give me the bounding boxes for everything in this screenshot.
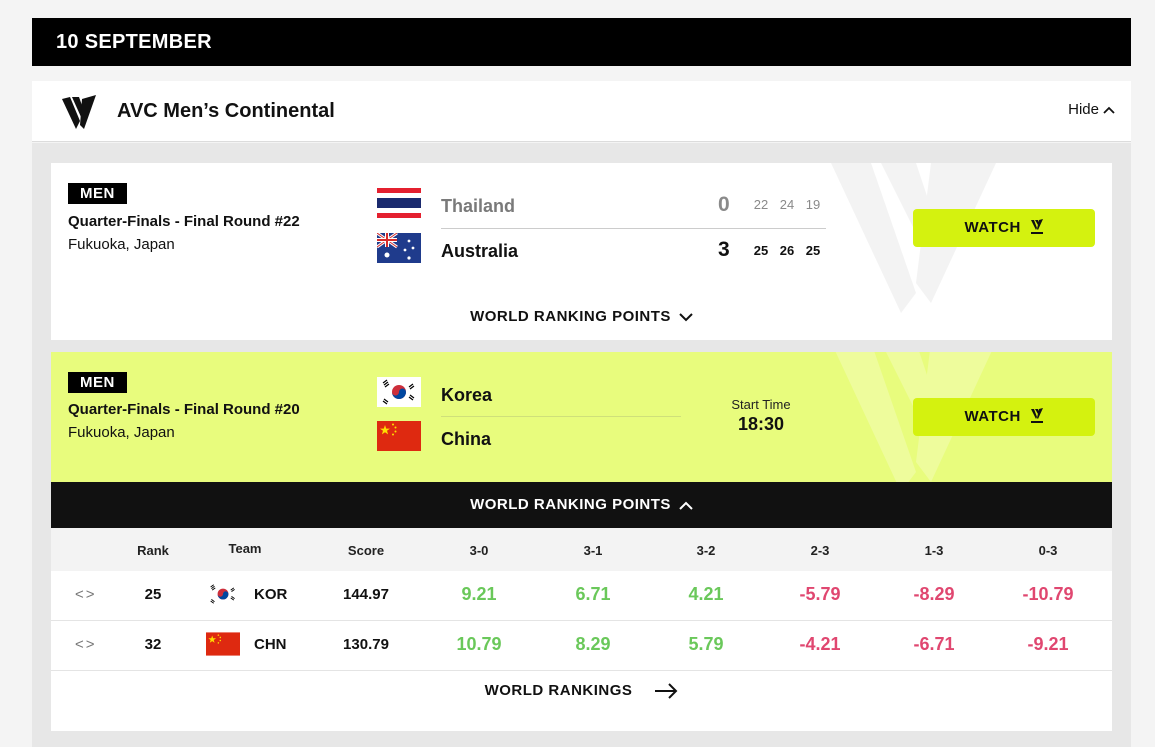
points-cell: 6.71 — [575, 584, 611, 604]
points-cell: -6.71 — [913, 634, 955, 654]
chevron-up-icon — [1103, 106, 1115, 114]
team-divider — [441, 416, 681, 417]
world-ranking-points-toggle[interactable]: WORLD RANKING POINTS — [51, 308, 1112, 325]
header-rank: Rank — [137, 543, 169, 558]
match-card: MEN Quarter-Finals - Final Round #20 Fuk… — [51, 352, 1112, 731]
upcoming-match-section: MEN Quarter-Finals - Final Round #20 Fuk… — [51, 352, 1112, 482]
hide-button[interactable]: Hide — [1068, 101, 1115, 118]
start-time-label: Start Time — [731, 397, 791, 412]
date-header: 10 SEPTEMBER — [32, 18, 1131, 66]
korea-flag-icon — [206, 582, 240, 606]
matches-panel: MEN Quarter-Finals - Final Round #22 Fuk… — [32, 143, 1131, 747]
match-venue: Fukuoka, Japan — [68, 236, 175, 253]
world-rankings-link[interactable]: WORLD RANKINGS — [51, 682, 1112, 699]
watch-button[interactable]: WATCH — [913, 398, 1095, 436]
match-round: Quarter-Finals - Final Round #20 — [68, 401, 300, 418]
set-score: 24 — [779, 197, 795, 212]
world-ranking-points-bar: WORLD RANKING POINTS — [51, 482, 1112, 528]
wrp-label: WORLD RANKING POINTS — [470, 308, 671, 325]
watch-label: WATCH — [964, 219, 1021, 236]
team1-name: Korea — [441, 385, 493, 405]
watch-label: WATCH — [964, 408, 1021, 425]
vbtv-icon — [1030, 219, 1043, 235]
team2-name: Australia — [441, 241, 519, 261]
team2-score: 3 — [718, 238, 730, 261]
expand-arrows-icon[interactable]: <> — [75, 586, 97, 603]
watch-button[interactable]: WATCH — [913, 209, 1095, 247]
set-score: 19 — [805, 197, 821, 212]
header-team: Team — [228, 541, 262, 556]
team2-name: China — [441, 429, 492, 449]
points-cell: 5.79 — [688, 634, 724, 654]
start-time: Start Time 18:30 — [711, 397, 811, 435]
points-cell: -9.21 — [1027, 634, 1069, 654]
competition-title: AVC Men’s Continental — [117, 100, 335, 122]
header-score: Score — [347, 543, 385, 558]
set-score: 25 — [753, 243, 769, 258]
header-3-2: 3-2 — [696, 543, 716, 558]
chevron-up-icon — [679, 501, 693, 510]
wrp-label: WORLD RANKING POINTS — [470, 496, 671, 513]
points-cell: -5.79 — [799, 584, 841, 604]
score-cell: 130.79 — [343, 636, 389, 653]
match-card: MEN Quarter-Finals - Final Round #22 Fuk… — [51, 163, 1112, 340]
gender-badge: MEN — [68, 372, 127, 393]
header-3-0: 3-0 — [469, 543, 489, 558]
competition-header: AVC Men’s Continental Hide — [32, 81, 1131, 142]
team1-sets: 22 24 19 — [748, 197, 826, 212]
points-cell: 4.21 — [688, 584, 724, 604]
china-flag-icon — [206, 632, 240, 656]
table-row: <> 25 KOR 144.97 9.21 6.71 4.21 -5.79 -8… — [51, 571, 1112, 621]
team2-sets: 25 26 25 — [748, 243, 826, 258]
rank-cell: 32 — [144, 636, 162, 653]
team-code: CHN — [254, 636, 287, 653]
header-2-3: 2-3 — [810, 543, 830, 558]
australia-flag-icon — [377, 233, 421, 263]
arrow-right-icon — [655, 683, 678, 699]
start-time-value: 18:30 — [737, 414, 785, 434]
expand-arrows-icon[interactable]: <> — [75, 636, 97, 653]
thailand-flag-icon — [377, 188, 421, 218]
set-score: 22 — [753, 197, 769, 212]
ranking-table-header: Rank Team Score 3-0 3-1 3-2 2-3 1-3 0-3 — [51, 528, 1112, 571]
points-cell: 8.29 — [575, 634, 611, 654]
points-cell: -4.21 — [799, 634, 841, 654]
header-3-1: 3-1 — [583, 543, 603, 558]
points-cell: -8.29 — [913, 584, 955, 604]
hide-label: Hide — [1068, 101, 1099, 118]
match-round: Quarter-Finals - Final Round #22 — [68, 213, 300, 230]
table-row: <> 32 CHN 130.79 10.79 8.29 5.79 -4.21 -… — [51, 621, 1112, 671]
set-score: 25 — [805, 243, 821, 258]
match-venue: Fukuoka, Japan — [68, 424, 175, 441]
rank-cell: 25 — [144, 586, 162, 603]
team-code: KOR — [254, 586, 288, 603]
points-cell: 9.21 — [461, 584, 497, 604]
world-ranking-points-toggle[interactable]: WORLD RANKING POINTS — [51, 482, 1112, 528]
team1-name: Thailand — [441, 196, 516, 216]
world-rankings-label: WORLD RANKINGS — [484, 682, 633, 699]
set-score: 26 — [779, 243, 795, 258]
points-cell: -10.79 — [1022, 584, 1074, 604]
score-cell: 144.97 — [343, 586, 389, 603]
team-divider — [441, 228, 826, 229]
header-1-3: 1-3 — [924, 543, 944, 558]
chevron-down-icon — [679, 312, 693, 321]
header-0-3: 0-3 — [1038, 543, 1058, 558]
vbtv-icon — [1030, 408, 1043, 424]
china-flag-icon — [377, 421, 421, 451]
points-cell: 10.79 — [456, 634, 502, 654]
gender-badge: MEN — [68, 183, 127, 204]
team1-score: 0 — [718, 193, 730, 216]
vnl-logo-icon — [62, 95, 96, 129]
korea-flag-icon — [377, 377, 421, 407]
